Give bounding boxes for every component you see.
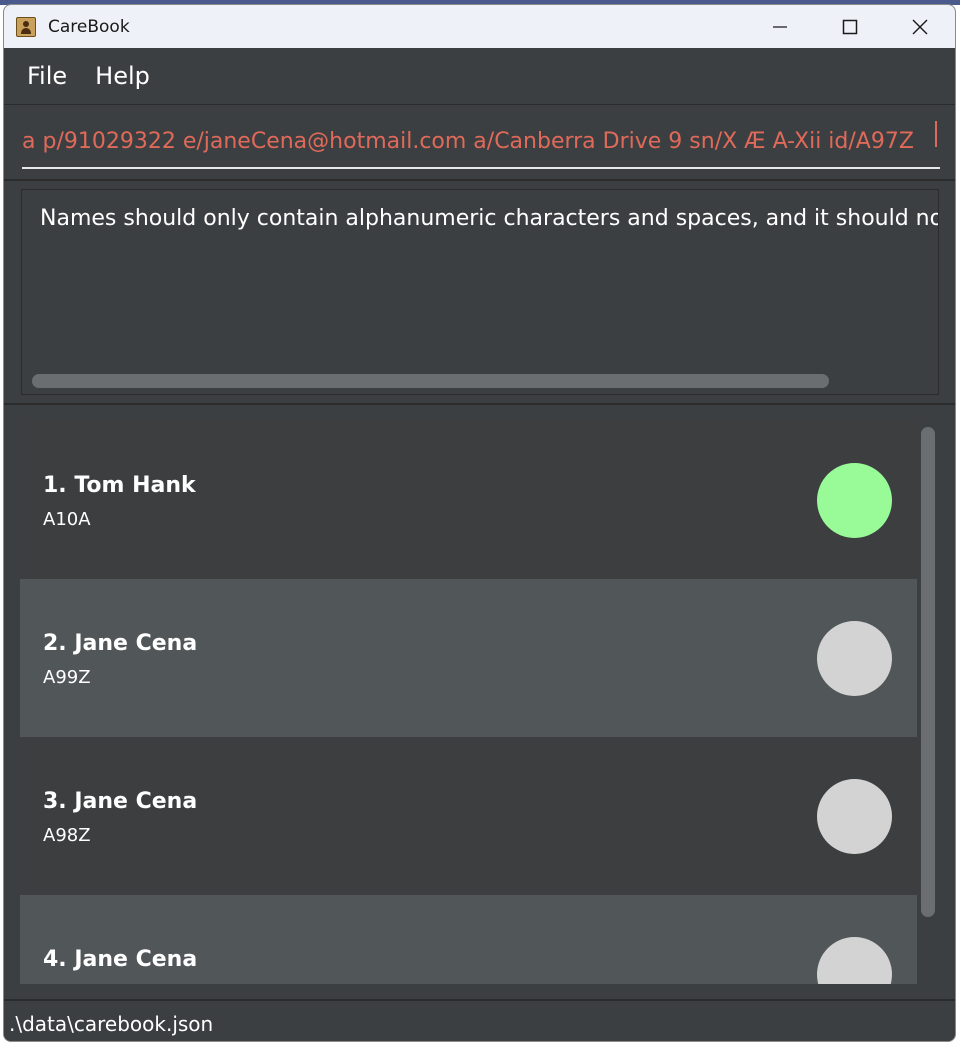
person-name: 3. Jane Cena	[43, 789, 198, 814]
status-indicator	[817, 937, 892, 984]
status-bar: .\data\carebook.json	[4, 999, 955, 1041]
person-list[interactable]: 1. Tom Hank A10A 2. Jane Cena A99Z 3. Ja…	[20, 421, 917, 984]
person-card[interactable]: 3. Jane Cena A98Z	[20, 737, 917, 895]
vertical-scrollbar[interactable]	[921, 427, 935, 917]
person-name: 2. Jane Cena	[43, 631, 198, 656]
title-bar[interactable]: CareBook	[4, 5, 955, 48]
person-card[interactable]: 4. Jane Cena	[20, 895, 917, 984]
maximize-button[interactable]	[815, 5, 885, 48]
status-indicator	[817, 463, 892, 538]
status-indicator	[817, 621, 892, 696]
result-display-container: Names should only contain alphanumeric c…	[4, 181, 955, 405]
command-box-container: a p/91029322 e/janeCena@hotmail.com a/Ca…	[4, 105, 955, 181]
minimize-button[interactable]	[745, 5, 815, 48]
result-display: Names should only contain alphanumeric c…	[21, 189, 939, 395]
person-id: A98Z	[43, 825, 91, 846]
close-icon	[912, 19, 928, 34]
person-card[interactable]: 2. Jane Cena A99Z	[20, 579, 917, 737]
close-button[interactable]	[885, 5, 955, 48]
person-id: A10A	[43, 509, 91, 530]
contact-book-icon	[16, 16, 36, 37]
window-controls	[745, 5, 955, 48]
person-card[interactable]: 1. Tom Hank A10A	[20, 421, 917, 579]
command-text: a p/91029322 e/janeCena@hotmail.com a/Ca…	[22, 129, 914, 154]
person-list-container: 1. Tom Hank A10A 2. Jane Cena A99Z 3. Ja…	[4, 405, 955, 999]
person-name: 1. Tom Hank	[43, 473, 196, 498]
text-caret	[935, 121, 937, 147]
person-name: 4. Jane Cena	[43, 947, 198, 972]
status-indicator	[817, 779, 892, 854]
horizontal-scrollbar[interactable]	[32, 374, 829, 388]
app-window: CareBook File Help a p/91029322 e/janeCe…	[3, 4, 956, 1042]
data-file-path: .\data\carebook.json	[9, 1012, 214, 1036]
minimize-icon	[773, 25, 787, 28]
menu-help[interactable]: Help	[95, 62, 150, 90]
menu-file[interactable]: File	[27, 62, 67, 90]
maximize-icon	[842, 19, 858, 34]
menu-bar: File Help	[4, 48, 955, 105]
command-input[interactable]: a p/91029322 e/janeCena@hotmail.com a/Ca…	[22, 117, 940, 169]
result-message: Names should only contain alphanumeric c…	[40, 206, 939, 231]
window-title: CareBook	[48, 16, 130, 37]
person-id: A99Z	[43, 667, 91, 688]
